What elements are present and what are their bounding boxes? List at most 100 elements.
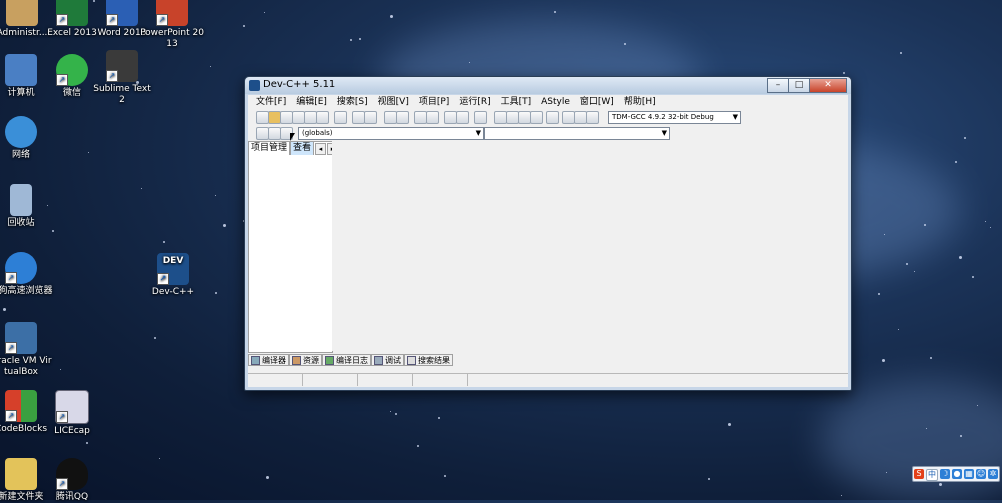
- menu-edit[interactable]: 编辑[E]: [291, 95, 332, 109]
- star: [955, 161, 957, 163]
- status-cell: [248, 374, 303, 386]
- star: [3, 308, 6, 311]
- menu-tools[interactable]: 工具[T]: [496, 95, 537, 109]
- star: [390, 15, 393, 18]
- desktop-icon-sogou-browser[interactable]: ↗ 搜狗高速浏览器: [0, 252, 53, 297]
- sogou-icon[interactable]: S: [914, 469, 924, 479]
- compiler-select[interactable]: TDM-GCC 4.9.2 32-bit Debug ▼: [608, 111, 741, 124]
- window-titlebar[interactable]: Dev-C++ 5.11 – □ ✕: [245, 77, 851, 94]
- mic-icon[interactable]: ●: [952, 469, 962, 479]
- desktop-icon-network[interactable]: 网络: [0, 116, 53, 161]
- star: [900, 52, 902, 54]
- maximize-button[interactable]: □: [788, 78, 810, 93]
- tab-view[interactable]: 查看: [290, 141, 315, 155]
- function-select[interactable]: ▼: [484, 127, 670, 140]
- folder-icon: [5, 458, 37, 490]
- star: [438, 417, 440, 419]
- shortcut-arrow-icon: ↗: [56, 74, 68, 86]
- moon-icon[interactable]: ☽: [940, 469, 950, 479]
- status-cell: [413, 374, 468, 386]
- desktop-icon-virtualbox[interactable]: ↗ Oracle VM VirtualBox: [0, 322, 53, 378]
- menu-run[interactable]: 运行[R]: [454, 95, 495, 109]
- close-all-icon[interactable]: [316, 111, 329, 124]
- star: [154, 337, 156, 339]
- devcpp-window: Dev-C++ 5.11 – □ ✕ 文件[F] 编辑[E] 搜索[S] 视图[…: [244, 76, 852, 391]
- editor-area[interactable]: [332, 141, 847, 351]
- tab-project-manager[interactable]: 项目管理: [248, 141, 291, 155]
- status-bar: [248, 373, 848, 387]
- recycle-bin-icon: [10, 184, 32, 216]
- user-icon[interactable]: ☺: [976, 469, 986, 479]
- qq-penguin-icon: ↗: [56, 458, 88, 490]
- star: [728, 423, 731, 426]
- star: [939, 483, 942, 486]
- desktop-icon-sublime[interactable]: ↗ Sublime Text 2: [90, 50, 154, 106]
- rebuild-icon[interactable]: [530, 111, 543, 124]
- star: [243, 25, 245, 27]
- bookmark-icon[interactable]: [474, 111, 487, 124]
- star: [878, 293, 880, 295]
- star: [350, 39, 352, 41]
- star: [843, 72, 845, 74]
- menu-view[interactable]: 视图[V]: [373, 95, 414, 109]
- shortcut-arrow-icon: ↗: [56, 14, 68, 26]
- word-icon: ↗: [106, 0, 138, 26]
- excel-icon: ↗: [56, 0, 88, 26]
- tab-scroll-left-icon[interactable]: ◂: [315, 143, 327, 155]
- minimize-button[interactable]: –: [767, 78, 789, 93]
- shortcut-arrow-icon: ↗: [156, 14, 168, 26]
- menu-search[interactable]: 搜索[S]: [332, 95, 373, 109]
- check-syntax-icon[interactable]: [546, 111, 559, 124]
- star: [930, 357, 932, 359]
- print-icon[interactable]: [334, 111, 347, 124]
- shortcut-arrow-icon: ↗: [5, 410, 17, 422]
- profile-icon[interactable]: [586, 111, 599, 124]
- wechat-icon: ↗: [56, 54, 88, 86]
- user-folder-icon: [6, 0, 38, 26]
- licecap-icon: ↗: [55, 390, 89, 424]
- close-button[interactable]: ✕: [809, 78, 847, 93]
- menu-help[interactable]: 帮助[H]: [619, 95, 661, 109]
- star: [469, 62, 470, 63]
- window-title: Dev-C++ 5.11: [263, 79, 336, 90]
- shortcut-arrow-icon: ↗: [5, 342, 17, 354]
- forward-icon[interactable]: [456, 111, 469, 124]
- chevron-down-icon: ▼: [661, 129, 667, 137]
- star: [985, 221, 986, 222]
- shortcut-arrow-icon: ↗: [106, 14, 118, 26]
- search-icon: [407, 355, 416, 365]
- tab-compiler[interactable]: 编译器: [248, 354, 289, 366]
- keyboard-icon[interactable]: ▦: [964, 469, 974, 479]
- powerpoint-icon: ↗: [156, 0, 188, 26]
- menu-astyle[interactable]: AStyle: [536, 95, 575, 109]
- menu-window[interactable]: 窗口[W]: [575, 95, 619, 109]
- desktop-icon-devcpp[interactable]: DEV ↗ Dev-C++: [141, 253, 205, 298]
- star: [86, 442, 88, 444]
- menu-file[interactable]: 文件[F]: [251, 95, 291, 109]
- app-icon: [249, 80, 260, 91]
- tab-search-results[interactable]: 搜索结果: [404, 354, 453, 366]
- menu-project[interactable]: 项目[P]: [414, 95, 454, 109]
- chevron-down-icon: ▼: [732, 113, 738, 121]
- tab-resources[interactable]: 资源: [289, 354, 322, 366]
- desktop-icon-qq[interactable]: ↗ 腾讯QQ: [40, 458, 104, 503]
- redo-icon[interactable]: [364, 111, 377, 124]
- project-panel[interactable]: [248, 141, 333, 353]
- sublime-icon: ↗: [106, 50, 138, 82]
- star: [390, 411, 391, 412]
- sogou-browser-icon: ↗: [5, 252, 37, 284]
- shortcut-arrow-icon: ↗: [106, 70, 118, 82]
- scope-select[interactable]: (globals) ▼: [298, 127, 484, 140]
- ime-chinese-icon[interactable]: 中: [926, 469, 938, 481]
- main-toolbar: TDM-GCC 4.9.2 32-bit Debug ▼: [248, 109, 848, 125]
- star: [264, 12, 265, 13]
- tab-compile-log[interactable]: 编译日志: [322, 354, 371, 366]
- star: [972, 276, 974, 278]
- tab-debug[interactable]: 调试: [371, 354, 404, 366]
- desktop-icon-powerpoint[interactable]: ↗ PowerPoint 2013: [140, 0, 204, 50]
- replace-icon[interactable]: [396, 111, 409, 124]
- gear-icon[interactable]: ✲: [988, 469, 998, 479]
- desktop-icon-recycle-bin[interactable]: 回收站: [0, 184, 53, 229]
- unindent-icon[interactable]: [426, 111, 439, 124]
- desktop-icon-licecap[interactable]: ↗ LICEcap: [40, 390, 104, 437]
